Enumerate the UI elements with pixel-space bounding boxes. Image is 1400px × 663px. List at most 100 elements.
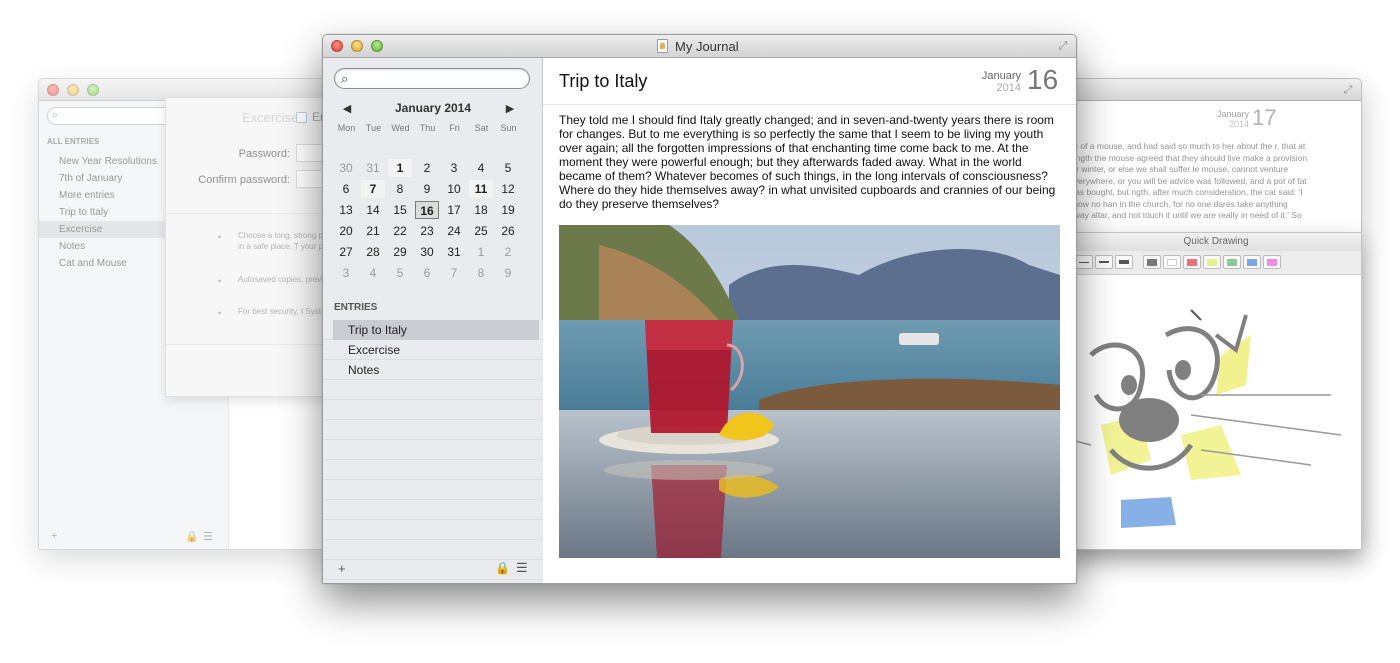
calendar-day[interactable]: 10 [442, 180, 466, 198]
next-month-button[interactable]: ▶ [503, 102, 517, 115]
calendar-day[interactable]: 29 [388, 243, 412, 261]
calendar-day[interactable]: 9 [496, 264, 520, 282]
calendar-day[interactable]: 8 [469, 264, 493, 282]
entry-editor[interactable]: Trip to Italy January 2014 16 They told … [543, 58, 1076, 583]
thin-line-tool[interactable] [1075, 255, 1093, 269]
thick-line-tool[interactable] [1115, 255, 1133, 269]
password-label: Password: [238, 148, 290, 160]
calendar-day[interactable]: 28 [361, 243, 385, 261]
calendar-day[interactable]: 12 [496, 180, 520, 198]
window-controls [47, 84, 99, 96]
calendar-day[interactable]: 15 [388, 201, 412, 219]
search-input[interactable]: ⌕ [334, 68, 530, 89]
calendar-day[interactable]: 4 [361, 264, 385, 282]
calendar-day[interactable]: 30 [334, 159, 358, 177]
add-entry-button[interactable]: + [51, 530, 57, 542]
close-window-button[interactable] [47, 84, 59, 96]
calendar-day[interactable]: 19 [496, 201, 520, 219]
weekday-label: Mon [337, 123, 356, 133]
calendar-day[interactable]: 5 [388, 264, 412, 282]
color-swatch-blue[interactable] [1243, 255, 1261, 269]
entry-day: 16 [1027, 64, 1059, 95]
calendar-day[interactable]: 17 [442, 201, 466, 219]
entry-year: 2014 [1228, 119, 1249, 129]
zoom-window-button[interactable] [87, 84, 99, 96]
list-item[interactable]: Notes [323, 360, 543, 380]
calendar-day[interactable]: 7 [361, 180, 385, 198]
document-icon [657, 39, 668, 53]
calendar-day[interactable]: 25 [469, 222, 493, 240]
weekday-label: Fri [449, 123, 460, 133]
calendar-day[interactable]: 18 [469, 201, 493, 219]
entry-year: 2014 [996, 82, 1021, 94]
calendar-day[interactable]: 4 [469, 159, 493, 177]
sidebar-bottom-bar: + 🔒 ☰ [39, 527, 229, 549]
calendar-day[interactable]: 2 [415, 159, 439, 177]
calendar-day[interactable]: 5 [496, 159, 520, 177]
calendar-day[interactable]: 31 [442, 243, 466, 261]
sidebar: ⌕ ◀ January 2014 ▶ Mon Tue Wed Thu Fri Sat Sun… [323, 58, 543, 583]
calendar-day[interactable]: 31 [361, 159, 385, 177]
calendar-day[interactable]: 7 [442, 264, 466, 282]
lock-icon[interactable]: 🔒 [185, 530, 199, 543]
calendar-day[interactable]: 6 [334, 180, 358, 198]
list-item[interactable]: Excercise [323, 340, 543, 360]
color-swatch-yellow[interactable] [1203, 255, 1221, 269]
calendar-day[interactable]: 21 [361, 222, 385, 240]
calendar-day[interactable]: 13 [334, 201, 358, 219]
bullet: • [218, 308, 222, 318]
calendar-day[interactable]: 3 [442, 159, 466, 177]
fullscreen-icon[interactable]: ⤢ [1056, 39, 1070, 53]
calendar-day[interactable]: 22 [388, 222, 412, 240]
color-swatch-white[interactable] [1163, 255, 1181, 269]
all-entries-heading: ALL ENTRIES [47, 137, 100, 146]
calendar-day[interactable]: 2 [496, 243, 520, 261]
calendar-day[interactable]: 23 [415, 222, 439, 240]
entries-heading: ENTRIES [334, 302, 378, 313]
color-swatch-gray[interactable] [1143, 255, 1161, 269]
entry-body-text[interactable]: They told me I should find Italy greatly… [559, 113, 1059, 211]
zoom-window-button[interactable] [371, 40, 383, 52]
divider [543, 104, 1076, 105]
calendar-day[interactable]: 11 [469, 180, 493, 198]
list-icon[interactable]: ☰ [203, 530, 213, 543]
list-icon[interactable]: ☰ [516, 560, 528, 576]
calendar-day[interactable]: 20 [334, 222, 358, 240]
color-swatch-pink[interactable] [1263, 255, 1281, 269]
entry-list: Trip to Italy Excercise Notes [323, 320, 543, 583]
encrypt-checkbox[interactable] [296, 112, 307, 123]
minimize-window-button[interactable] [67, 84, 79, 96]
entry-day: 17 [1252, 105, 1277, 130]
calendar-day[interactable]: 24 [442, 222, 466, 240]
calendar-day[interactable]: 14 [361, 201, 385, 219]
color-swatch-red[interactable] [1183, 255, 1201, 269]
calendar-day[interactable]: 3 [334, 264, 358, 282]
journal-window-main[interactable]: My Journal ⤢ ⌕ ◀ January 2014 ▶ Mon Tue We… [322, 34, 1077, 584]
calendar-day[interactable]: 26 [496, 222, 520, 240]
minimize-window-button[interactable] [351, 40, 363, 52]
bullet: • [218, 276, 222, 286]
calendar-day[interactable]: 1 [388, 159, 412, 177]
title-bar[interactable]: ⤢ [1059, 79, 1361, 101]
entry-title[interactable]: Trip to Italy [559, 71, 647, 92]
list-item-selected[interactable]: Trip to Italy [333, 320, 539, 340]
calendar-day[interactable]: 6 [415, 264, 439, 282]
calendar-day[interactable]: 30 [415, 243, 439, 261]
quick-drawing-panel[interactable]: Quick Drawing [1070, 232, 1362, 550]
fullscreen-icon[interactable]: ⤢ [1341, 83, 1355, 97]
calendar-day[interactable]: 1 [469, 243, 493, 261]
color-swatch-green[interactable] [1223, 255, 1241, 269]
calendar-day[interactable]: 27 [334, 243, 358, 261]
title-bar[interactable]: My Journal ⤢ [323, 35, 1076, 58]
calendar-day[interactable]: 8 [388, 180, 412, 198]
close-window-button[interactable] [331, 40, 343, 52]
calendar-day-selected[interactable]: 16 [415, 201, 439, 219]
lock-icon[interactable]: 🔒 [495, 561, 510, 575]
panel-title: Quick Drawing [1071, 233, 1361, 251]
drawing-canvas[interactable] [1071, 275, 1363, 551]
medium-line-tool[interactable] [1095, 255, 1113, 269]
calendar-day[interactable]: 9 [415, 180, 439, 198]
window-title: My Journal [675, 39, 739, 54]
add-entry-button[interactable]: + [338, 561, 346, 576]
entry-photo[interactable] [559, 225, 1060, 558]
